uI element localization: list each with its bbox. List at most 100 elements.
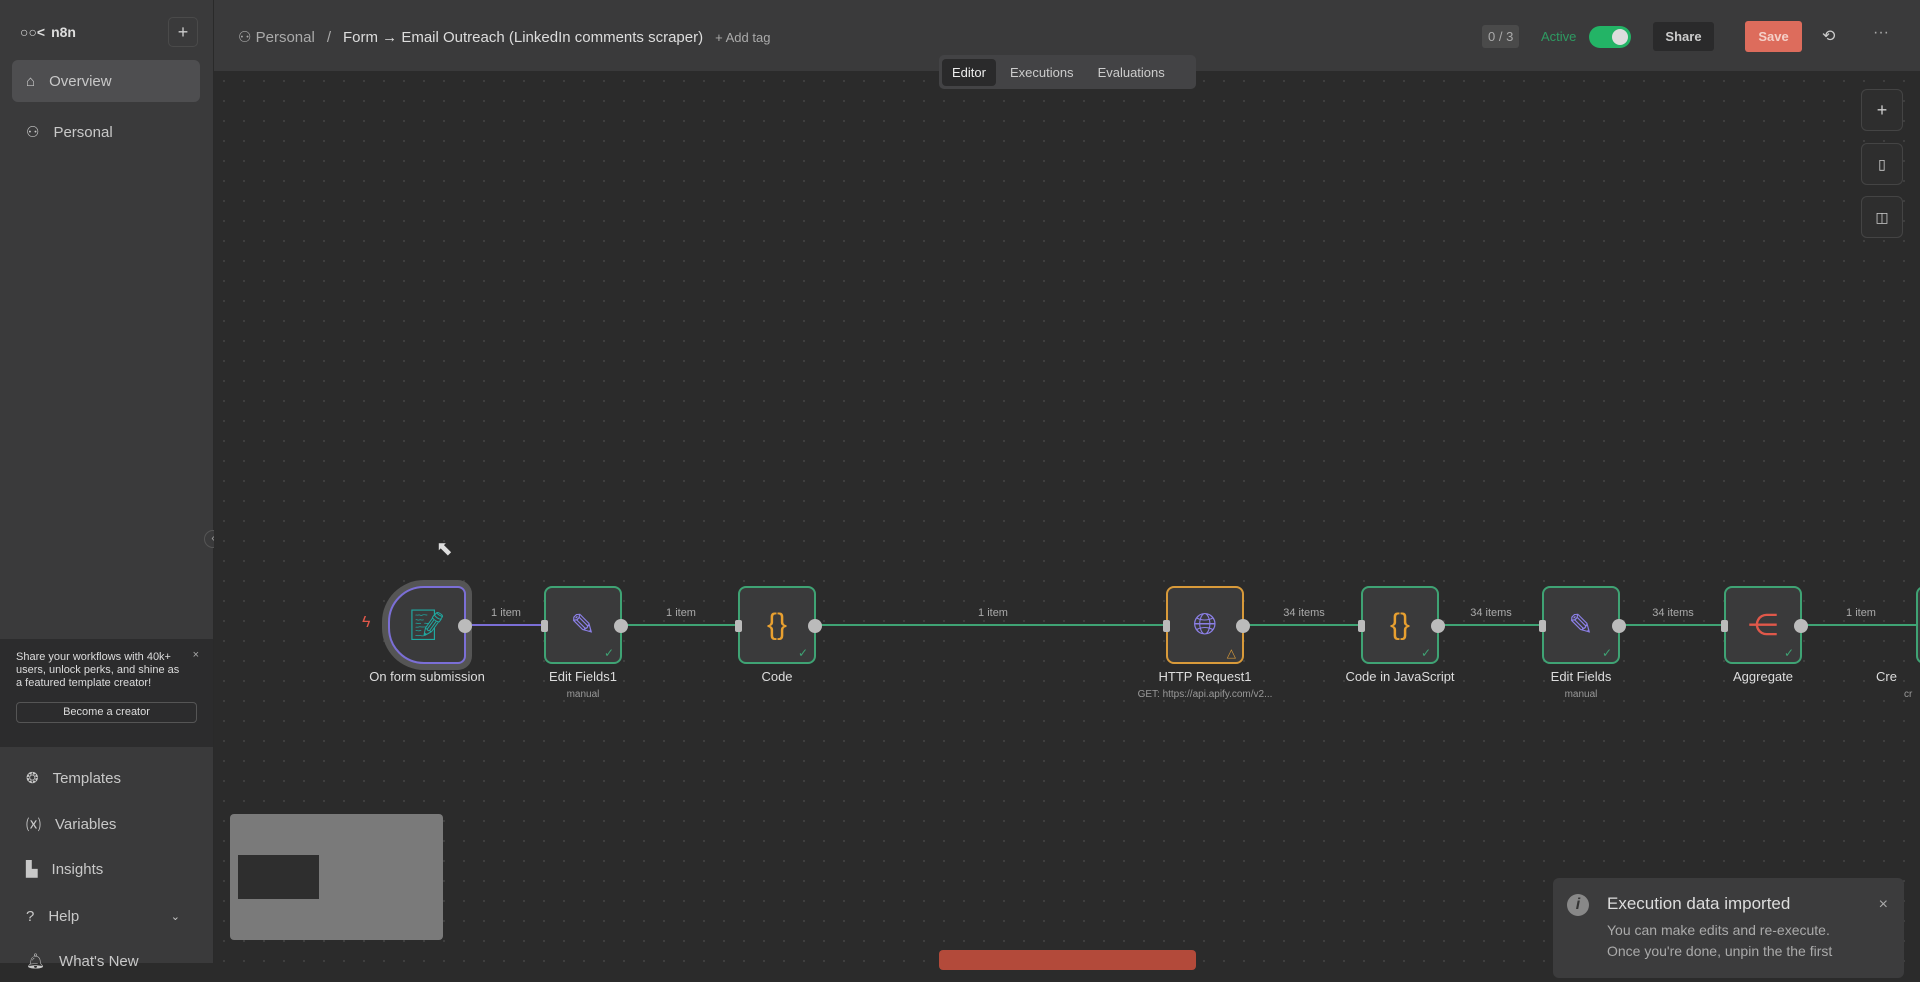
- sidebar: ○○< n8n + ⌂ Overview ⚇ Personal × Share you…: [0, 0, 214, 970]
- output-handle[interactable]: [1431, 619, 1445, 633]
- close-icon[interactable]: ×: [193, 649, 199, 662]
- check-icon: ✓: [1783, 646, 1794, 660]
- node-http-request1[interactable]: 🌐︎ △: [1163, 586, 1250, 664]
- close-icon[interactable]: ×: [1879, 896, 1888, 914]
- tab-executions[interactable]: Executions: [1000, 59, 1084, 86]
- pencil-icon: ✎: [570, 608, 596, 642]
- check-icon: ✓: [1601, 646, 1612, 660]
- connection[interactable]: [1620, 624, 1724, 626]
- variables-icon: ⒳: [26, 816, 42, 834]
- share-button[interactable]: Share: [1653, 22, 1714, 51]
- edge-label: 34 items: [1652, 607, 1694, 619]
- input-handle[interactable]: [1358, 620, 1365, 632]
- node-label: Code in JavaScript: [1345, 669, 1455, 684]
- input-handle[interactable]: [1721, 620, 1728, 632]
- aggregate-icon: ⋲: [1748, 608, 1778, 642]
- view-tabs: Editor Executions Evaluations: [939, 55, 1196, 89]
- n8n-logo[interactable]: ○○< n8n: [20, 24, 76, 40]
- bell-icon: 🔔︎: [26, 953, 46, 970]
- toggle-panel-button[interactable]: ◫: [1861, 196, 1903, 238]
- connection[interactable]: [1802, 624, 1920, 626]
- add-tag-link[interactable]: + Add tag: [715, 30, 770, 45]
- active-label: Active: [1541, 29, 1577, 44]
- node-label: Edit Fields: [1550, 669, 1612, 684]
- node-create[interactable]: [1916, 586, 1920, 664]
- connection[interactable]: [466, 624, 544, 626]
- workflow-title[interactable]: Form → Email Outreach (LinkedIn comments…: [343, 29, 703, 46]
- node-code-in-javascript[interactable]: {} ✓: [1358, 586, 1445, 664]
- pencil-icon: ✎: [1568, 608, 1594, 642]
- node-label: HTTP Request1: [1158, 669, 1252, 684]
- breadcrumb-project[interactable]: ⚇ Personal: [238, 28, 315, 46]
- connection[interactable]: [1244, 624, 1361, 626]
- node-subtitle: manual: [566, 689, 600, 700]
- save-button[interactable]: Save: [1745, 21, 1802, 52]
- breadcrumb: ⚇ Personal / Form → Email Outreach (Link…: [238, 28, 771, 47]
- minimap[interactable]: [230, 814, 443, 940]
- input-handle[interactable]: [1163, 620, 1170, 632]
- node-subtitle: GET: https://api.apify.com/v2...: [1137, 689, 1273, 700]
- edge-label: 34 items: [1283, 607, 1325, 619]
- output-handle[interactable]: [1236, 619, 1250, 633]
- active-toggle[interactable]: [1589, 26, 1631, 48]
- minimap-viewport[interactable]: [238, 855, 319, 899]
- sidebar-item-personal[interactable]: ⚇ Personal: [12, 111, 200, 153]
- execute-workflow-button[interactable]: [939, 950, 1196, 970]
- code-braces-icon: {}: [1389, 608, 1411, 641]
- become-creator-button[interactable]: Become a creator: [16, 702, 197, 723]
- node-on-form-submission[interactable]: 📝︎: [388, 586, 472, 664]
- input-handle[interactable]: [541, 620, 548, 632]
- workflow-canvas[interactable]: [214, 71, 1920, 963]
- info-icon: i: [1567, 894, 1589, 916]
- toast-title: Execution data imported: [1607, 894, 1791, 913]
- creator-promo: × Share your workflows with 40k+ users, …: [0, 639, 213, 747]
- templates-icon: ❂: [26, 770, 39, 787]
- node-label: Edit Fields1: [549, 669, 617, 684]
- node-code[interactable]: {} ✓: [735, 586, 822, 664]
- user-icon: ⚇: [26, 124, 40, 141]
- more-options-icon[interactable]: ···: [1873, 24, 1889, 42]
- node-edit-fields[interactable]: ✎ ✓: [1539, 586, 1626, 664]
- node-edit-fields1[interactable]: ✎ ✓: [541, 586, 628, 664]
- connection[interactable]: [622, 624, 738, 626]
- sidebar-item-whats-new[interactable]: 🔔︎ What's New: [12, 940, 200, 982]
- sidebar-item-overview[interactable]: ⌂ Overview: [12, 60, 200, 102]
- warning-icon: △: [1226, 646, 1236, 660]
- edge-label: 34 items: [1470, 607, 1512, 619]
- output-handle[interactable]: [614, 619, 628, 633]
- tab-evaluations[interactable]: Evaluations: [1088, 59, 1175, 86]
- output-handle[interactable]: [458, 619, 472, 633]
- check-icon: ✓: [1420, 646, 1431, 660]
- output-handle[interactable]: [808, 619, 822, 633]
- input-handle[interactable]: [1539, 620, 1546, 632]
- sidebar-item-variables[interactable]: ⒳ Variables: [12, 803, 200, 845]
- create-button[interactable]: +: [168, 17, 198, 47]
- chart-icon: ▙: [26, 861, 38, 878]
- sticky-note-button[interactable]: ▯: [1861, 143, 1903, 185]
- sidebar-item-templates[interactable]: ❂ Templates: [12, 757, 200, 799]
- toast-body: You can make edits and re-execute. Once y…: [1607, 922, 1833, 959]
- check-icon: ✓: [603, 646, 614, 660]
- check-icon: ✓: [797, 646, 808, 660]
- form-icon: 📝︎: [407, 608, 447, 642]
- sidebar-item-insights[interactable]: ▙ Insights: [12, 848, 200, 890]
- node-label: Code: [761, 669, 793, 684]
- output-handle[interactable]: [1794, 619, 1808, 633]
- edge-label: 1 item: [1846, 607, 1876, 619]
- trigger-bolt-icon: ϟ: [362, 614, 371, 631]
- mouse-cursor: ⬉: [436, 538, 453, 560]
- node-subtitle: cr: [1904, 689, 1913, 700]
- add-node-button[interactable]: +: [1861, 89, 1903, 131]
- input-handle[interactable]: [735, 620, 742, 632]
- chevron-down-icon: ⌄: [170, 910, 180, 923]
- connection[interactable]: [1439, 624, 1542, 626]
- output-handle[interactable]: [1612, 619, 1626, 633]
- history-icon[interactable]: ⟲: [1822, 26, 1835, 46]
- edge-label: 1 item: [666, 607, 696, 619]
- sidebar-item-help[interactable]: ? Help ⌄: [12, 895, 200, 937]
- connection[interactable]: [815, 624, 1165, 626]
- code-braces-icon: {}: [766, 608, 788, 641]
- version-counter: 0 / 3: [1482, 25, 1520, 48]
- node-aggregate[interactable]: ⋲ ✓: [1721, 586, 1808, 664]
- tab-editor[interactable]: Editor: [942, 58, 996, 86]
